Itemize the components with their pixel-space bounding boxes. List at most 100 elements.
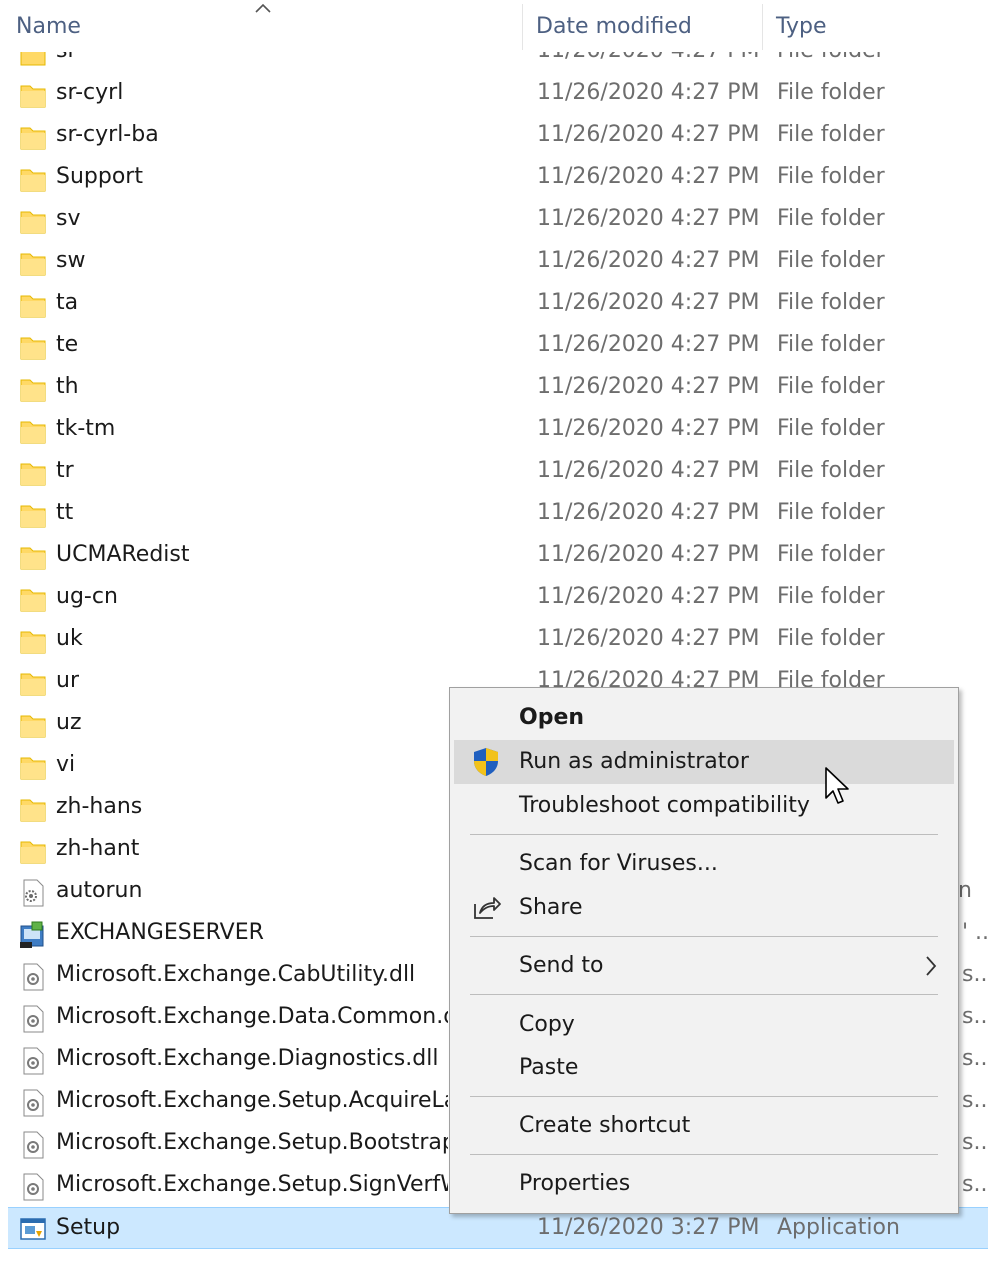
file-date: 11/26/2020 4:27 PM — [537, 416, 760, 441]
file-name: ug-cn — [56, 584, 118, 609]
menu-item-copy[interactable]: Copy — [454, 1003, 954, 1047]
folder-icon — [20, 799, 46, 822]
file-date: 11/26/2020 4:27 PM — [537, 332, 760, 357]
file-type: File folder — [777, 122, 885, 147]
dll-file-icon — [23, 963, 44, 991]
file-type: File folder — [777, 374, 885, 399]
file-name: Setup — [56, 1215, 121, 1240]
file-date: 11/26/2020 4:27 PM — [537, 374, 760, 399]
file-type: File folder — [777, 332, 885, 357]
file-type: File folder — [777, 248, 885, 273]
menu-separator — [470, 1154, 938, 1155]
file-date: 11/26/2020 4:27 PM — [537, 290, 760, 315]
menu-item-paste[interactable]: Paste — [454, 1046, 954, 1090]
file-name: UCMARedist — [56, 542, 190, 567]
file-name: sr-cyrl-ba — [56, 122, 159, 147]
menu-separator — [470, 994, 938, 995]
list-item[interactable]: sw 11/26/2020 4:27 PM File folder — [0, 241, 988, 283]
list-item[interactable]: sr-cyrl 11/26/2020 4:27 PM File folder — [0, 73, 988, 115]
file-type: File folder — [777, 626, 885, 651]
file-type: File folder — [777, 584, 885, 609]
folder-icon — [20, 169, 46, 192]
file-type: File folder — [777, 500, 885, 525]
list-item[interactable]: UCMARedist 11/26/2020 4:27 PM File folder — [0, 535, 988, 577]
menu-item-properties[interactable]: Properties — [454, 1162, 954, 1206]
list-item[interactable]: uk 11/26/2020 4:27 PM File folder — [0, 619, 988, 661]
file-type: File folder — [777, 542, 885, 567]
context-menu: Open Run as administrator Troubleshoot com… — [449, 687, 959, 1214]
menu-item-open[interactable]: Open — [454, 696, 954, 740]
menu-item-label: Share — [519, 895, 583, 920]
menu-item-share[interactable]: Share — [454, 886, 954, 930]
sort-ascending-icon — [255, 3, 271, 13]
file-type-fragment: s... — [962, 1130, 988, 1155]
list-item[interactable]: ug-cn 11/26/2020 4:27 PM File folder — [0, 577, 988, 619]
column-type-header[interactable]: Type — [776, 14, 827, 39]
column-divider[interactable] — [762, 4, 763, 50]
file-type: File folder — [777, 164, 885, 189]
file-name: Microsoft.Exchange.CabUtility.dll — [56, 962, 416, 987]
file-date: 11/26/2020 4:27 PM — [537, 80, 760, 105]
menu-item-label: Scan for Viruses... — [519, 851, 718, 876]
menu-item-label: Properties — [519, 1171, 631, 1196]
menu-item-send-to[interactable]: Send to — [454, 944, 954, 988]
file-explorer-list: sr 11/26/2020 4:27 PM File folder sr-cyr… — [0, 0, 988, 1266]
list-item[interactable]: te 11/26/2020 4:27 PM File folder — [0, 325, 988, 367]
file-type: File folder — [777, 458, 885, 483]
menu-separator — [470, 936, 938, 937]
list-item[interactable]: th 11/26/2020 4:27 PM File folder — [0, 367, 988, 409]
file-name: autorun — [56, 878, 143, 903]
folder-icon — [20, 379, 46, 402]
folder-icon — [20, 757, 46, 780]
column-divider[interactable] — [522, 4, 523, 50]
file-date: 11/26/2020 4:27 PM — [537, 164, 760, 189]
menu-item-label: Paste — [519, 1055, 579, 1080]
folder-icon — [20, 547, 46, 570]
dll-file-icon — [23, 1173, 44, 1201]
chevron-right-icon — [926, 956, 937, 976]
dll-file-icon — [23, 1131, 44, 1159]
menu-item-create-shortcut[interactable]: Create shortcut — [454, 1104, 954, 1148]
list-item[interactable]: sv 11/26/2020 4:27 PM File folder — [0, 199, 988, 241]
file-name: tk-tm — [56, 416, 116, 441]
file-date: 11/26/2020 4:27 PM — [537, 626, 760, 651]
list-item[interactable]: sr-cyrl-ba 11/26/2020 4:27 PM File folder — [0, 115, 988, 157]
file-name: tt — [56, 500, 74, 525]
file-type: File folder — [777, 80, 885, 105]
folder-icon — [20, 337, 46, 360]
folder-icon — [20, 421, 46, 444]
file-type-fragment: s... — [962, 962, 988, 987]
menu-item-troubleshoot-compatibility[interactable]: Troubleshoot compatibility — [454, 784, 954, 828]
file-name: ur — [56, 668, 79, 693]
file-name: Support — [56, 164, 143, 189]
folder-icon — [20, 715, 46, 738]
file-date: 11/26/2020 3:27 PM — [537, 1215, 760, 1240]
column-name-header[interactable]: Name — [16, 14, 81, 39]
list-item[interactable]: Support 11/26/2020 4:27 PM File folder — [0, 157, 988, 199]
menu-item-scan-for-viruses[interactable]: Scan for Viruses... — [454, 842, 954, 886]
file-type-fragment: n — [958, 878, 972, 903]
share-icon — [474, 897, 501, 919]
list-item[interactable]: tt 11/26/2020 4:27 PM File folder — [0, 493, 988, 535]
dll-file-icon — [23, 1005, 44, 1033]
file-name: Microsoft.Exchange.Data.Common.d — [56, 1004, 448, 1029]
list-item[interactable]: tr 11/26/2020 4:27 PM File folder — [0, 451, 988, 493]
menu-item-label: Create shortcut — [519, 1113, 691, 1138]
file-name: EXCHANGESERVER — [56, 920, 264, 945]
column-date-header[interactable]: Date modified — [536, 14, 692, 39]
folder-icon — [20, 673, 46, 696]
menu-separator — [470, 834, 938, 835]
file-type: Application — [777, 1215, 900, 1240]
file-name: te — [56, 332, 79, 357]
folder-icon — [20, 631, 46, 654]
menu-item-run-as-administrator[interactable]: Run as administrator — [454, 740, 954, 784]
file-date: 11/26/2020 4:27 PM — [537, 122, 760, 147]
list-item[interactable]: ta 11/26/2020 4:27 PM File folder — [0, 283, 988, 325]
uac-shield-icon — [474, 748, 498, 776]
list-item[interactable]: tk-tm 11/26/2020 4:27 PM File folder — [0, 409, 988, 451]
file-date: 11/26/2020 4:27 PM — [537, 542, 760, 567]
file-name: Microsoft.Exchange.Setup.AcquireLar — [56, 1088, 448, 1113]
folder-icon — [20, 841, 46, 864]
file-date: 11/26/2020 4:27 PM — [537, 500, 760, 525]
file-date: 11/26/2020 4:27 PM — [537, 206, 760, 231]
